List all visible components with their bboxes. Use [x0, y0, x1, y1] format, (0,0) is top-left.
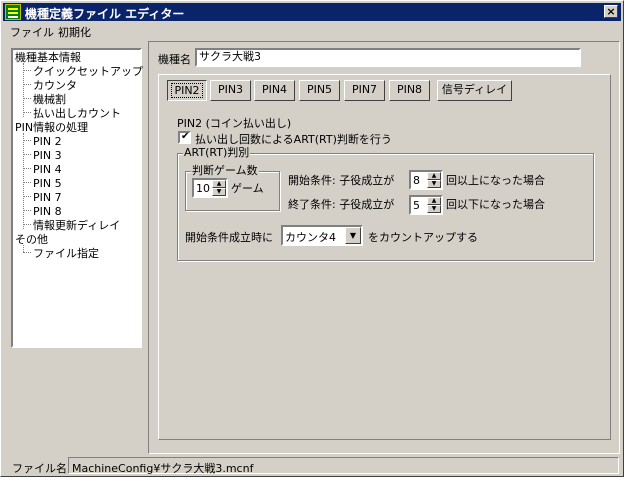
spin-up-icon[interactable]: ▲ [212, 180, 226, 188]
tree-item-quick-setup[interactable]: クイックセットアップ [33, 65, 143, 79]
tree-item-pin8[interactable]: PIN 8 [33, 205, 62, 219]
tab-pin8[interactable]: PIN8 [389, 80, 430, 101]
end-condition-label: 終了条件: 子役成立が [288, 198, 395, 211]
tree-item-update-delay[interactable]: 情報更新ディレイ [33, 219, 120, 233]
menu-initialize[interactable]: 初期化 [58, 24, 91, 40]
tree-item-payout-count[interactable]: 払い出しカウント [33, 107, 121, 121]
spin-down-icon[interactable]: ▼ [427, 180, 441, 188]
tab-pin3[interactable]: PIN3 [210, 80, 251, 101]
start-count-value: 8 [413, 174, 420, 187]
art-judgement-label: 払い出し回数によるART(RT)判断を行う [195, 133, 392, 146]
end-count-value: 5 [413, 199, 420, 212]
art-rt-group-title: ART(RT)判別 [183, 146, 251, 159]
start-condition-suffix: 回以上になった場合 [446, 174, 545, 187]
tab-pin5[interactable]: PIN5 [299, 80, 340, 101]
menu-bar: ファイル 初期化 [3, 22, 621, 40]
machine-name-value: サクラ大戦3 [199, 50, 261, 63]
counter-suffix: をカウントアップする [368, 231, 478, 244]
on-start-label: 開始条件成立時に [185, 231, 273, 244]
tab-pin2[interactable]: PIN2 [167, 80, 207, 101]
tree-item-counter[interactable]: カウンタ [33, 79, 77, 93]
tree-item-pin4[interactable]: PIN 4 [33, 163, 62, 177]
settings-tree[interactable]: 機種基本情報 クイックセットアップ カウンタ 機械割 払い出しカウント PIN情… [11, 48, 143, 348]
tree-item-pin5[interactable]: PIN 5 [33, 177, 62, 191]
menu-file[interactable]: ファイル [10, 24, 54, 40]
spin-up-icon[interactable]: ▲ [427, 197, 441, 205]
tree-item-pin7[interactable]: PIN 7 [33, 191, 62, 205]
art-judgement-checkbox[interactable]: ✔ [178, 131, 191, 144]
judge-games-title: 判断ゲーム数 [191, 164, 259, 177]
games-value: 10 [196, 182, 210, 195]
status-file-path: MachineConfig¥サクラ大戦3.mcnf [72, 462, 254, 475]
end-condition-suffix: 回以下になった場合 [446, 198, 545, 211]
machine-name-input[interactable]: サクラ大戦3 [195, 48, 581, 67]
chevron-down-icon[interactable]: ▼ [345, 227, 361, 244]
machine-name-label: 機種名 [158, 53, 191, 66]
tree-item-other[interactable]: その他 [15, 233, 48, 247]
counter-select[interactable]: カウンタ4 ▼ [281, 225, 363, 246]
pin2-heading: PIN2 (コイン払い出し) [177, 117, 292, 130]
tree-item-pin3[interactable]: PIN 3 [33, 149, 62, 163]
tree-item-basic-info[interactable]: 機種基本情報 [15, 51, 81, 65]
tree-item-file-spec[interactable]: ファイル指定 [33, 247, 99, 261]
app-icon [5, 4, 21, 20]
close-icon: × [606, 5, 616, 18]
games-spinner[interactable]: 10 ▲ ▼ [192, 178, 228, 198]
tab-pin4[interactable]: PIN4 [254, 80, 295, 101]
status-file-field: MachineConfig¥サクラ大戦3.mcnf [68, 457, 619, 475]
status-bar: ファイル名 MachineConfig¥サクラ大戦3.mcnf [3, 456, 621, 475]
tab-pin7[interactable]: PIN7 [344, 80, 385, 101]
spin-up-icon[interactable]: ▲ [427, 172, 441, 180]
window-title: 機種定義ファイル エディター [25, 7, 185, 21]
check-icon: ✔ [181, 131, 190, 142]
tab-signal-delay[interactable]: 信号ディレイ [437, 80, 512, 101]
tree-item-pin-processing[interactable]: PIN情報の処理 [15, 121, 88, 135]
title-bar: 機種定義ファイル エディター × [3, 3, 621, 21]
spin-down-icon[interactable]: ▼ [212, 188, 226, 196]
main-window: 機種定義ファイル エディター × ファイル 初期化 機種基本情報 クイックセット… [0, 0, 624, 477]
end-count-spinner[interactable]: 5 ▲ ▼ [409, 195, 443, 215]
status-file-label: ファイル名 [12, 462, 67, 475]
start-condition-label: 開始条件: 子役成立が [288, 174, 395, 187]
games-unit: ゲーム [231, 182, 264, 195]
counter-select-value: カウンタ4 [285, 231, 336, 244]
tree-item-payout-rate[interactable]: 機械割 [33, 93, 66, 107]
tree-item-pin2[interactable]: PIN 2 [33, 135, 62, 149]
spin-down-icon[interactable]: ▼ [427, 205, 441, 213]
start-count-spinner[interactable]: 8 ▲ ▼ [409, 170, 443, 190]
close-button[interactable]: × [604, 5, 618, 18]
